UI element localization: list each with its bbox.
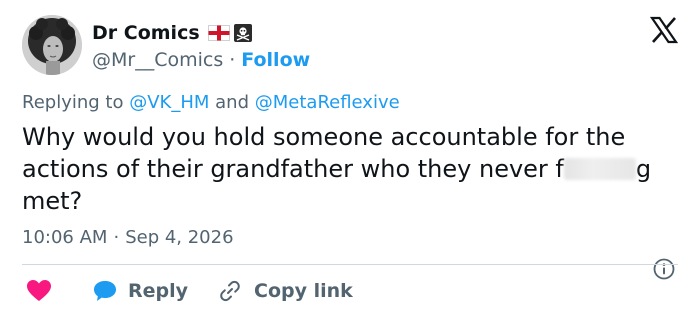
author-handle[interactable]: @Mr__Comics bbox=[92, 49, 223, 71]
reply-label: Reply bbox=[128, 280, 189, 302]
reply-bubble-icon bbox=[92, 279, 118, 303]
author-handle-row: @Mr__Comics · Follow bbox=[92, 47, 310, 73]
reply-context: Replying to @VK_HM and @MetaReflexive bbox=[22, 92, 400, 113]
england-flag-icon bbox=[207, 25, 230, 41]
tweet-date: Sep 4, 2026 bbox=[125, 227, 234, 248]
pirate-flag-icon bbox=[233, 24, 252, 42]
like-heart-icon[interactable] bbox=[26, 279, 52, 303]
action-bar: Reply Copy link bbox=[22, 277, 353, 305]
separator-dot: · bbox=[229, 49, 236, 71]
reply-button[interactable]: Reply bbox=[92, 279, 188, 303]
follow-button[interactable]: Follow bbox=[241, 49, 310, 71]
tweet-text: Why would you hold someone accountable f… bbox=[22, 121, 682, 217]
copy-link-button[interactable]: Copy link bbox=[218, 279, 353, 303]
divider bbox=[22, 264, 678, 265]
tweet-text-part-1: Why would you hold someone accountable f… bbox=[22, 123, 626, 183]
copy-link-label: Copy link bbox=[254, 280, 353, 302]
mention-link[interactable]: @MetaReflexive bbox=[255, 92, 400, 113]
reply-context-conjunction: and bbox=[215, 92, 250, 113]
tweet-time: 10:06 AM bbox=[22, 227, 108, 248]
info-icon[interactable] bbox=[652, 257, 676, 281]
author-name-row: Dr Comics bbox=[92, 20, 252, 46]
link-chain-icon bbox=[218, 279, 242, 303]
separator-dot: · bbox=[113, 227, 120, 248]
reply-context-prefix: Replying to bbox=[22, 92, 124, 113]
mention-link[interactable]: @VK_HM bbox=[129, 92, 209, 113]
x-logo-icon[interactable] bbox=[649, 16, 679, 44]
censored-word-blur bbox=[563, 158, 636, 180]
author-display-name[interactable]: Dr Comics bbox=[92, 22, 200, 44]
timestamp-row[interactable]: 10:06 AM · Sep 4, 2026 bbox=[22, 227, 234, 248]
avatar[interactable] bbox=[22, 15, 82, 75]
